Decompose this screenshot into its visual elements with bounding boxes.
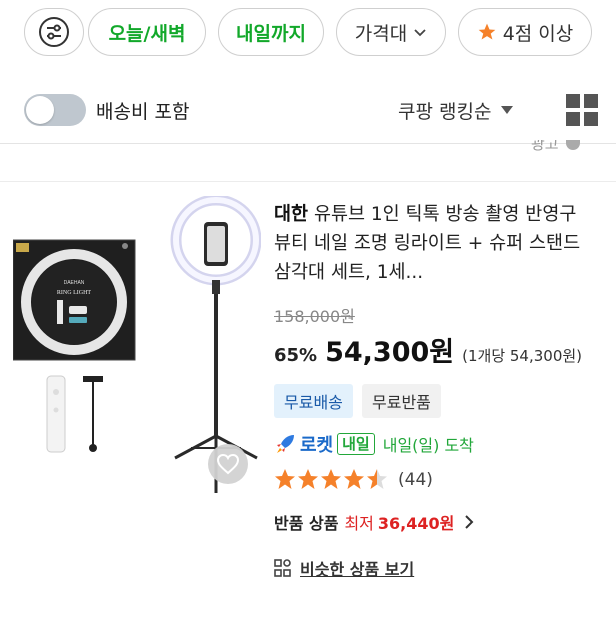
shipping-fee-toggle-label: 배송비 포함 xyxy=(96,100,190,123)
chevron-down-icon xyxy=(414,29,426,37)
free-return-badge: 무료반품 xyxy=(362,384,441,418)
review-count: (44) xyxy=(398,470,433,490)
chip-label: 내일까지 xyxy=(236,22,306,45)
filter-button[interactable] xyxy=(24,8,84,56)
sale-price: 54,300원 xyxy=(325,337,455,368)
rocket-icon xyxy=(277,435,294,453)
star-icon xyxy=(478,23,496,40)
rocket-delivery-row: 로켓 내일 내일(일) 도착 xyxy=(274,430,474,458)
sliders-icon xyxy=(39,17,69,47)
product-title[interactable]: 대한 유튜브 1인 틱톡 방송 촬영 반영구 뷰티 네일 조명 링라이트 + 슈… xyxy=(274,200,594,287)
free-shipping-badge: 무료배송 xyxy=(274,384,353,418)
filter-chip-dawn-delivery[interactable]: 오늘/새벽 xyxy=(88,8,206,56)
filter-chip-tomorrow[interactable]: 내일까지 xyxy=(218,8,324,56)
similar-products-label: 비슷한 상품 보기 xyxy=(300,560,415,579)
chip-label: 4점 이상 xyxy=(502,22,574,45)
ad-label: 광고 xyxy=(531,140,559,152)
returned-product-link[interactable]: 반품 상품 최저 36,440원 xyxy=(274,510,476,534)
divider xyxy=(0,181,616,182)
rating-row[interactable]: (44) xyxy=(274,466,433,494)
product-name: 유튜브 1인 틱톡 방송 촬영 반영구 뷰티 네일 조명 링라이트 + 슈퍼 스… xyxy=(274,204,581,283)
divider xyxy=(0,143,616,144)
similar-grid-icon xyxy=(274,559,291,577)
product-image-brand: DAEHAN xyxy=(64,280,85,286)
options-row: 배송비 포함 쿠팡 랭킹순 xyxy=(24,88,598,132)
similar-products-link[interactable]: 비슷한 상품 보기 xyxy=(274,556,414,580)
grid-view-icon[interactable] xyxy=(566,94,598,126)
price-row: 65% 54,300원 (1개당 54,300원) xyxy=(274,330,582,369)
info-icon[interactable] xyxy=(566,140,580,150)
returned-label: 반품 상품 xyxy=(274,514,339,533)
rocket-tag: 내일 xyxy=(337,433,375,455)
original-price: 158,000원 xyxy=(274,307,355,326)
shipping-fee-toggle[interactable] xyxy=(24,94,86,126)
chip-label: 가격대 xyxy=(354,22,408,45)
product-image-name: RING LIGHT xyxy=(57,290,91,296)
wishlist-button[interactable] xyxy=(208,444,248,484)
filter-chip-price-range[interactable]: 가격대 xyxy=(336,8,446,56)
filter-chip-rating[interactable]: 4점 이상 xyxy=(458,8,592,56)
discount-rate: 65% xyxy=(274,345,318,366)
sort-label: 쿠팡 랭킹순 xyxy=(398,100,492,123)
rocket-label: 로켓 xyxy=(300,435,334,456)
chip-label: 오늘/새벽 xyxy=(108,22,186,45)
returned-min-price: 36,440원 xyxy=(377,514,455,533)
sort-dropdown[interactable]: 쿠팡 랭킹순 xyxy=(398,88,514,132)
returned-min-label: 최저 xyxy=(344,514,374,533)
heart-icon xyxy=(216,453,240,475)
chevron-right-icon xyxy=(465,515,474,529)
caret-down-icon xyxy=(501,106,514,114)
unit-price: (1개당 54,300원) xyxy=(462,347,583,365)
product-brand: 대한 xyxy=(274,204,309,225)
delivery-date: 내일(일) 도착 xyxy=(382,436,474,455)
rating-stars xyxy=(275,469,387,489)
